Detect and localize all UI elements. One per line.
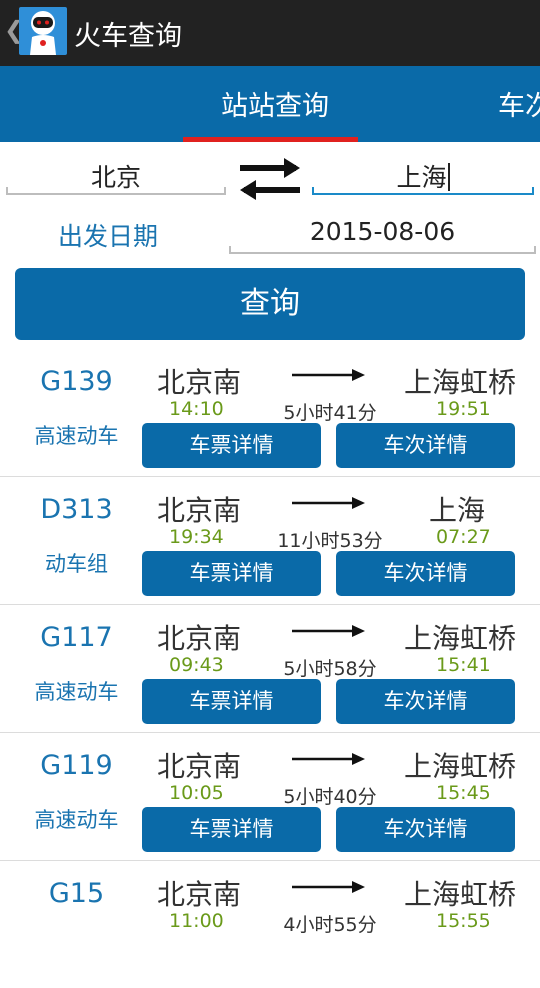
text-cursor [447, 163, 450, 191]
query-button[interactable]: 查询 [15, 268, 525, 340]
departure-time: 11:00 [169, 910, 224, 932]
train-row[interactable]: G15 北京南 上海虹桥 11:00 4小时55分 15:55 [0, 860, 540, 988]
arrival-time: 15:41 [436, 654, 491, 676]
arrival-time: 15:55 [436, 910, 491, 932]
right-arrow-icon [292, 497, 365, 509]
swap-stations-button[interactable] [238, 158, 302, 200]
departure-station: 北京南 [157, 878, 242, 911]
train-number: G117 [40, 622, 113, 653]
departure-time: 14:10 [169, 398, 224, 420]
departure-time: 10:05 [169, 782, 224, 804]
app-bar: ❮ 火车查询 [0, 0, 540, 66]
train-row[interactable]: D313 动车组 北京南 上海 19:34 11小时53分 07:27 车票详情… [0, 476, 540, 605]
train-details-button[interactable]: 车次详情 [336, 423, 515, 468]
arrival-station: 上海虹桥 [403, 750, 516, 783]
tab-bar: 站站查询 车次 [0, 66, 540, 142]
departure-station: 北京南 [157, 750, 242, 783]
arrival-time: 07:27 [436, 526, 491, 548]
train-number: G139 [40, 366, 113, 397]
right-arrow-icon [292, 881, 365, 893]
departure-date-field[interactable]: 2015-08-06 [229, 217, 536, 246]
train-type: 高速动车 [34, 424, 119, 448]
to-station-underline-focused [312, 187, 534, 195]
ticket-details-button[interactable]: 车票详情 [142, 807, 321, 852]
travel-duration: 4小时55分 [283, 914, 377, 936]
arrival-station: 上海 [428, 494, 485, 527]
tab-train-number[interactable]: 车次 [498, 84, 540, 123]
travel-duration: 11小时53分 [277, 530, 383, 552]
departure-station: 北京南 [157, 366, 242, 399]
arrival-time: 15:45 [436, 782, 491, 804]
travel-duration: 5小时41分 [283, 402, 377, 424]
app-logo-icon[interactable] [19, 7, 67, 55]
ticket-details-button[interactable]: 车票详情 [142, 423, 321, 468]
ticket-details-button[interactable]: 车票详情 [142, 551, 321, 596]
app-title: 火车查询 [74, 21, 182, 52]
from-station-field[interactable]: 北京 [6, 158, 226, 194]
train-number: D313 [40, 494, 113, 525]
departure-station: 北京南 [157, 494, 242, 527]
departure-date-label: 出发日期 [58, 222, 159, 251]
swap-arrows-icon [240, 158, 300, 200]
train-row[interactable]: G119 高速动车 北京南 上海虹桥 10:05 5小时40分 15:45 车票… [0, 732, 540, 861]
train-details-button[interactable]: 车次详情 [336, 679, 515, 724]
travel-duration: 5小时40分 [283, 786, 377, 808]
train-type: 动车组 [45, 552, 108, 576]
departure-date-underline [229, 246, 536, 254]
arrival-station: 上海虹桥 [403, 366, 516, 399]
right-arrow-icon [292, 369, 365, 381]
train-number: G119 [40, 750, 113, 781]
train-type: 高速动车 [34, 680, 119, 704]
departure-date-value: 2015-08-06 [309, 217, 456, 246]
arrival-station: 上海虹桥 [403, 622, 516, 655]
train-type: 高速动车 [34, 808, 119, 832]
train-row[interactable]: G139 高速动车 北京南 上海虹桥 14:10 5小时41分 19:51 车票… [0, 348, 540, 477]
tab-station-query[interactable]: 站站查询 [221, 84, 329, 123]
to-station-value: 上海 [396, 163, 447, 192]
train-details-button[interactable]: 车次详情 [336, 807, 515, 852]
travel-duration: 5小时58分 [283, 658, 377, 680]
departure-station: 北京南 [157, 622, 242, 655]
departure-time: 19:34 [169, 526, 224, 548]
ticket-details-button[interactable]: 车票详情 [142, 679, 321, 724]
to-station-field[interactable]: 上海 [312, 158, 534, 194]
right-arrow-icon [292, 625, 365, 637]
from-station-underline [6, 187, 226, 195]
active-tab-indicator [183, 137, 358, 142]
right-arrow-icon [292, 753, 365, 765]
departure-time: 09:43 [169, 654, 224, 676]
train-details-button[interactable]: 车次详情 [336, 551, 515, 596]
train-number: G15 [48, 878, 105, 909]
arrival-time: 19:51 [436, 398, 491, 420]
from-station-value: 北京 [90, 163, 141, 192]
arrival-station: 上海虹桥 [403, 878, 516, 911]
train-row[interactable]: G117 高速动车 北京南 上海虹桥 09:43 5小时58分 15:41 车票… [0, 604, 540, 733]
